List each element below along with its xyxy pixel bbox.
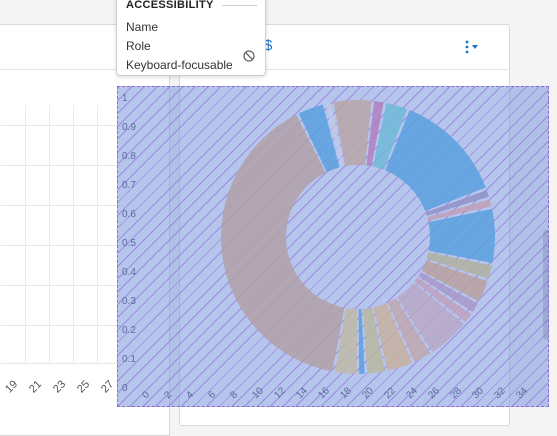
not-allowed-icon <box>243 50 255 62</box>
overlay-y-tick: 0.5 <box>122 238 136 249</box>
inspector-highlight-overlay: 1 0.9 0.8 0.7 0.6 0.5 0.4 0.3 0.2 0.1 0 0 2 4 6 8 10 12 14… <box>117 86 549 407</box>
overlay-x-tick: 16 <box>316 385 332 401</box>
overlay-x-tick: 20 <box>360 385 376 401</box>
overlay-x-tick: 34 <box>514 385 530 401</box>
tooltip-row-role: Role <box>126 39 151 53</box>
overlay-x-tick: 32 <box>492 385 508 401</box>
x-tick-label: 27 <box>99 378 117 396</box>
overlay-y-tick: 1 <box>122 93 128 104</box>
overlay-y-tick: 0.9 <box>122 122 136 133</box>
overlay-x-tick: 6 <box>206 389 218 401</box>
tooltip-divider <box>222 5 257 6</box>
overlay-y-tick: 0.7 <box>122 180 136 191</box>
overlay-x-tick: 12 <box>272 385 288 401</box>
left-chart-grid <box>1 105 121 365</box>
x-tick-label: 21 <box>27 378 45 396</box>
x-tick-label: 25 <box>75 378 93 396</box>
overlay-y-tick: 0.1 <box>122 354 136 365</box>
overlay-x-tick: 24 <box>404 385 420 401</box>
overlay-x-tick: 14 <box>294 385 310 401</box>
overlay-y-tick: 0.4 <box>122 267 136 278</box>
accessibility-tooltip: ACCESSIBILITY Name Role Keyboard-focusab… <box>116 0 266 76</box>
overlay-y-tick: 0.2 <box>122 325 136 336</box>
overlay-x-tick: 4 <box>184 389 196 401</box>
overlay-x-tick: 18 <box>338 385 354 401</box>
kebab-menu-icon[interactable] <box>463 39 479 55</box>
overlay-x-tick: 2 <box>162 389 174 401</box>
overlay-x-tick: 8 <box>228 389 240 401</box>
donut-chart: 10.90.80.70.60.50.40.30.20.100 2 4 6 8 10 12 14… <box>122 93 530 401</box>
tooltip-title: ACCESSIBILITY <box>126 0 214 11</box>
overlay-y-tick: 0.8 <box>122 151 136 162</box>
x-tick-label: 19 <box>3 378 21 396</box>
overlay-x-tick: 26 <box>426 385 442 401</box>
overlay-x-tick: 28 <box>448 385 464 401</box>
tooltip-row-name: Name <box>126 20 159 34</box>
overlay-x-tick: 30 <box>470 385 486 401</box>
overlay-y-tick: 0.3 <box>122 296 136 307</box>
overlay-y-tick: 0 <box>122 383 128 394</box>
overlay-x-tick: 10 <box>250 385 266 401</box>
overlay-x-tick: 22 <box>382 385 398 401</box>
tooltip-row-keyboard-focusable: Keyboard-focusable <box>126 58 233 72</box>
x-tick-label: 23 <box>51 378 69 396</box>
overlay-y-tick: 0.6 <box>122 209 136 220</box>
overlay-x-tick: 0 <box>140 389 152 401</box>
